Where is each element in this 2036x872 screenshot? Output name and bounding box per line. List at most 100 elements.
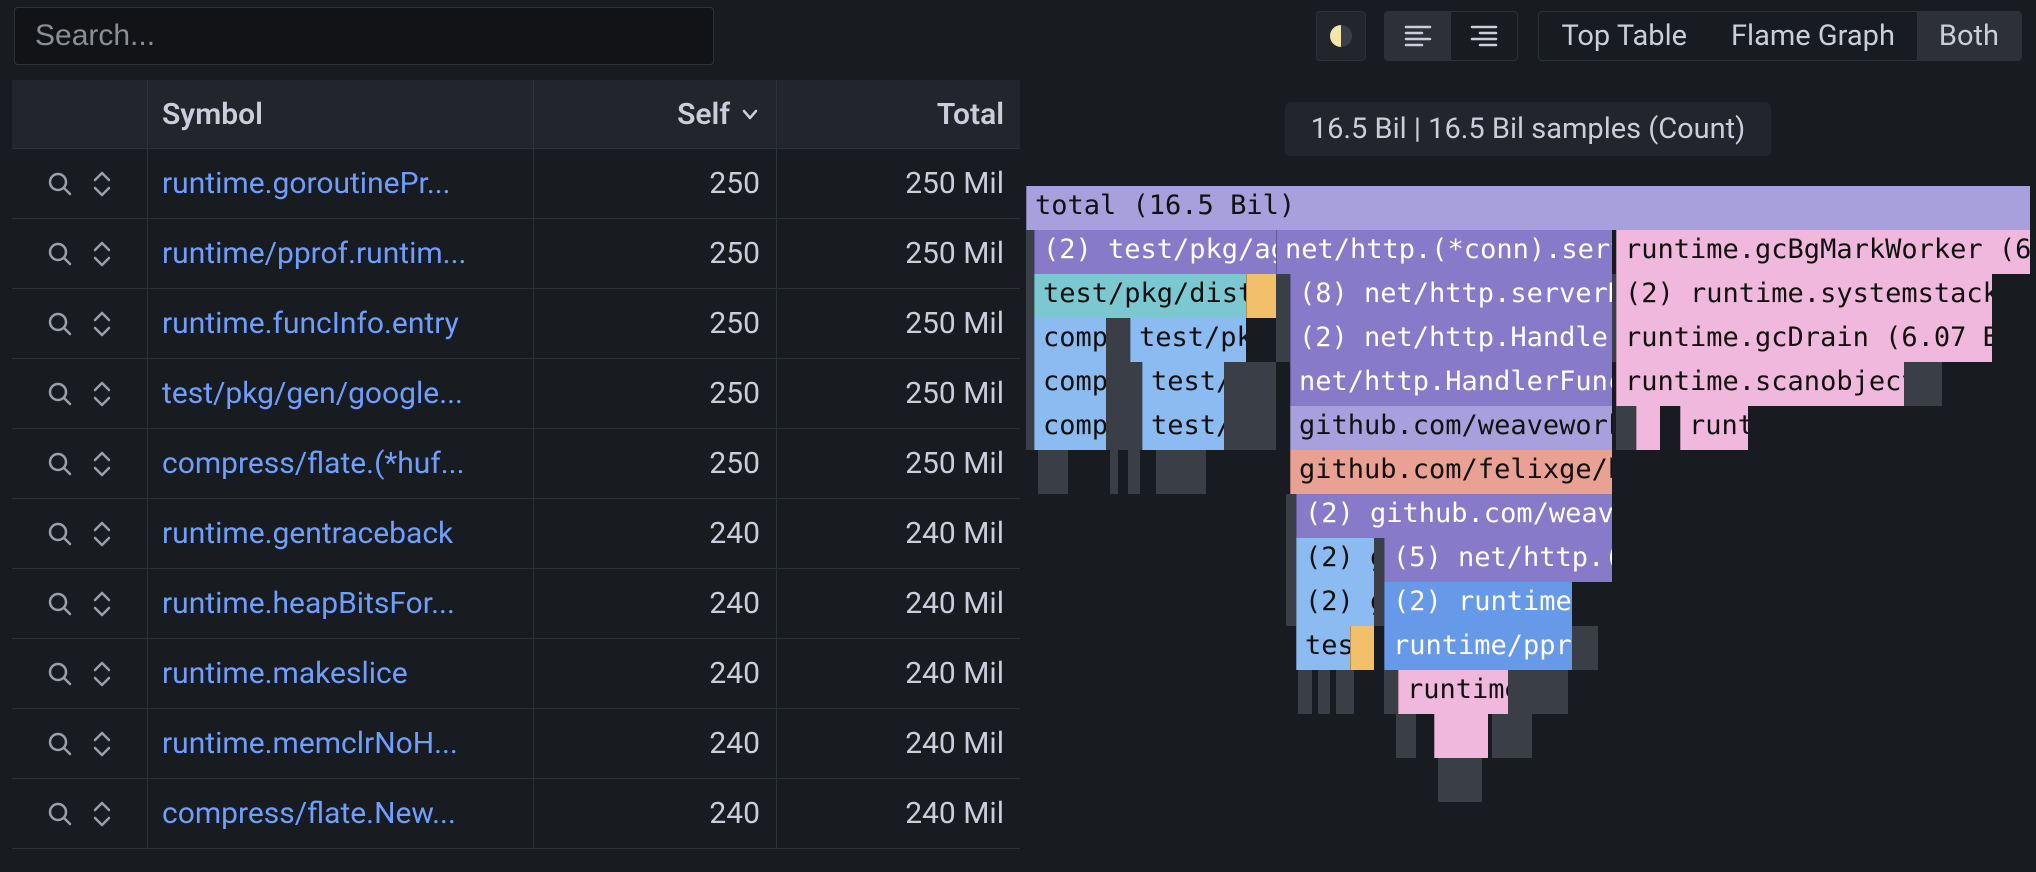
- symbol-link[interactable]: compress/flate.(*huf...: [148, 429, 534, 498]
- flame-block[interactable]: net/http.(*conn).serve: [1276, 230, 1612, 274]
- self-value: 250: [534, 219, 777, 288]
- align-right-icon: [1470, 24, 1498, 48]
- theme-toggle-button[interactable]: [1316, 11, 1366, 61]
- self-value: 250: [534, 289, 777, 358]
- total-value: 240 Mil: [777, 569, 1020, 638]
- sort-icon[interactable]: [91, 240, 113, 268]
- flame-block[interactable]: (8) net/http.serverHan: [1290, 274, 1612, 318]
- sort-icon[interactable]: [91, 450, 113, 478]
- sort-icon[interactable]: [91, 310, 113, 338]
- flame-block[interactable]: comp: [1034, 362, 1106, 406]
- header-total[interactable]: Total: [777, 80, 1020, 148]
- table-row: runtime.gentraceback240240 Mil: [12, 499, 1020, 569]
- flame-block[interactable]: total (16.5 Bil): [1026, 186, 2030, 230]
- flame-block[interactable]: test/pk: [1130, 318, 1246, 362]
- flame-block[interactable]: (2) runtime.systemstack: [1616, 274, 1992, 318]
- table-row: runtime.heapBitsFor...240240 Mil: [12, 569, 1020, 639]
- align-left-icon: [1404, 24, 1432, 48]
- self-value: 240: [534, 639, 777, 708]
- flame-block[interactable]: runtime.gcBgMarkWorker (6: [1616, 230, 2030, 274]
- flame-block[interactable]: runtime.scanobject: [1616, 362, 1904, 406]
- flame-block[interactable]: [1636, 406, 1660, 450]
- flame-block[interactable]: test/pkg/distri: [1034, 274, 1246, 318]
- total-value: 240 Mil: [777, 709, 1020, 778]
- flame-block[interactable]: (2) net/http.HandlerFu: [1290, 318, 1612, 362]
- symbol-link[interactable]: runtime/pprof.runtim...: [148, 219, 534, 288]
- flame-block[interactable]: tes: [1296, 626, 1350, 670]
- search-icon[interactable]: [47, 451, 73, 477]
- flame-block[interactable]: (2) g: [1296, 538, 1374, 582]
- flame-block[interactable]: net/http.HandlerFunc.S: [1290, 362, 1612, 406]
- flame-block[interactable]: test/: [1142, 362, 1224, 406]
- self-value: 240: [534, 569, 777, 638]
- flame-block[interactable]: runtime/pprof: [1384, 626, 1572, 670]
- flame-block[interactable]: github.com/felixge/htt: [1290, 450, 1612, 494]
- table-row: runtime/pprof.runtim...250250 Mil: [12, 219, 1020, 289]
- sort-icon[interactable]: [91, 590, 113, 618]
- symbol-link[interactable]: runtime.memclrNoH...: [148, 709, 534, 778]
- flame-block[interactable]: comp: [1034, 406, 1106, 450]
- view-top-table-button[interactable]: Top Table: [1539, 12, 1709, 60]
- total-value: 250 Mil: [777, 429, 1020, 498]
- search-icon[interactable]: [47, 591, 73, 617]
- symbol-link[interactable]: runtime.heapBitsFor...: [148, 569, 534, 638]
- flame-block[interactable]: [1434, 714, 1488, 758]
- search-icon[interactable]: [47, 311, 73, 337]
- flame-block[interactable]: (5) net/http.(*: [1384, 538, 1612, 582]
- symbol-link[interactable]: runtime.makeslice: [148, 639, 534, 708]
- flame-block[interactable]: test/: [1142, 406, 1224, 450]
- search-icon[interactable]: [47, 241, 73, 267]
- flame-block[interactable]: (2) test/pkg/age: [1034, 230, 1276, 274]
- view-mode-segment: Top Table Flame Graph Both: [1538, 11, 2022, 61]
- search-icon[interactable]: [47, 171, 73, 197]
- sort-icon[interactable]: [91, 380, 113, 408]
- moon-icon: [1330, 25, 1352, 47]
- align-toggle-group: [1384, 11, 1518, 61]
- flame-block[interactable]: comp: [1034, 318, 1106, 362]
- search-icon[interactable]: [47, 801, 73, 827]
- flame-block[interactable]: [1246, 274, 1276, 318]
- sample-summary: 16.5 Bil | 16.5 Bil samples (Count): [1285, 102, 1771, 156]
- flame-graph[interactable]: total (16.5 Bil) (2) test/pkg/age net/ht…: [1026, 186, 2030, 802]
- search-input[interactable]: [14, 7, 714, 65]
- sort-icon[interactable]: [91, 800, 113, 828]
- total-value: 250 Mil: [777, 359, 1020, 428]
- flame-block[interactable]: [1350, 626, 1374, 670]
- top-table: Symbol Self Total runtime.goroutinePr...…: [0, 72, 1020, 872]
- sort-icon[interactable]: [91, 730, 113, 758]
- symbol-link[interactable]: compress/flate.New...: [148, 779, 534, 848]
- total-value: 250 Mil: [777, 289, 1020, 358]
- flame-block[interactable]: runt: [1680, 406, 1748, 450]
- table-row: runtime.goroutinePr...250250 Mil: [12, 149, 1020, 219]
- total-value: 240 Mil: [777, 499, 1020, 568]
- align-right-button[interactable]: [1451, 12, 1517, 60]
- header-symbol[interactable]: Symbol: [148, 80, 534, 148]
- flame-block[interactable]: (2) g: [1296, 582, 1374, 626]
- symbol-link[interactable]: runtime.goroutinePr...: [148, 149, 534, 218]
- flame-block[interactable]: github.com/weaveworks/: [1290, 406, 1612, 450]
- total-value: 250 Mil: [777, 149, 1020, 218]
- header-self[interactable]: Self: [534, 80, 777, 148]
- symbol-link[interactable]: runtime.gentraceback: [148, 499, 534, 568]
- symbol-link[interactable]: runtime.funcInfo.entry: [148, 289, 534, 358]
- table-row: compress/flate.(*huf...250250 Mil: [12, 429, 1020, 499]
- sort-icon[interactable]: [91, 170, 113, 198]
- view-flame-graph-button[interactable]: Flame Graph: [1709, 12, 1917, 60]
- search-icon[interactable]: [47, 731, 73, 757]
- align-left-button[interactable]: [1385, 12, 1451, 60]
- search-icon[interactable]: [47, 521, 73, 547]
- symbol-link[interactable]: test/pkg/gen/google...: [148, 359, 534, 428]
- search-icon[interactable]: [47, 381, 73, 407]
- flame-block[interactable]: (2) github.com/weavewo: [1296, 494, 1612, 538]
- flame-block[interactable]: runtime: [1398, 670, 1508, 714]
- sort-icon[interactable]: [91, 520, 113, 548]
- search-icon[interactable]: [47, 661, 73, 687]
- self-value: 250: [534, 149, 777, 218]
- sort-icon[interactable]: [91, 660, 113, 688]
- view-both-button[interactable]: Both: [1917, 12, 2021, 60]
- table-row: runtime.makeslice240240 Mil: [12, 639, 1020, 709]
- flame-block[interactable]: (2) runtime/: [1384, 582, 1572, 626]
- total-value: 240 Mil: [777, 639, 1020, 708]
- flame-block[interactable]: runtime.gcDrain (6.07 Bi: [1616, 318, 1992, 362]
- table-row: compress/flate.New...240240 Mil: [12, 779, 1020, 849]
